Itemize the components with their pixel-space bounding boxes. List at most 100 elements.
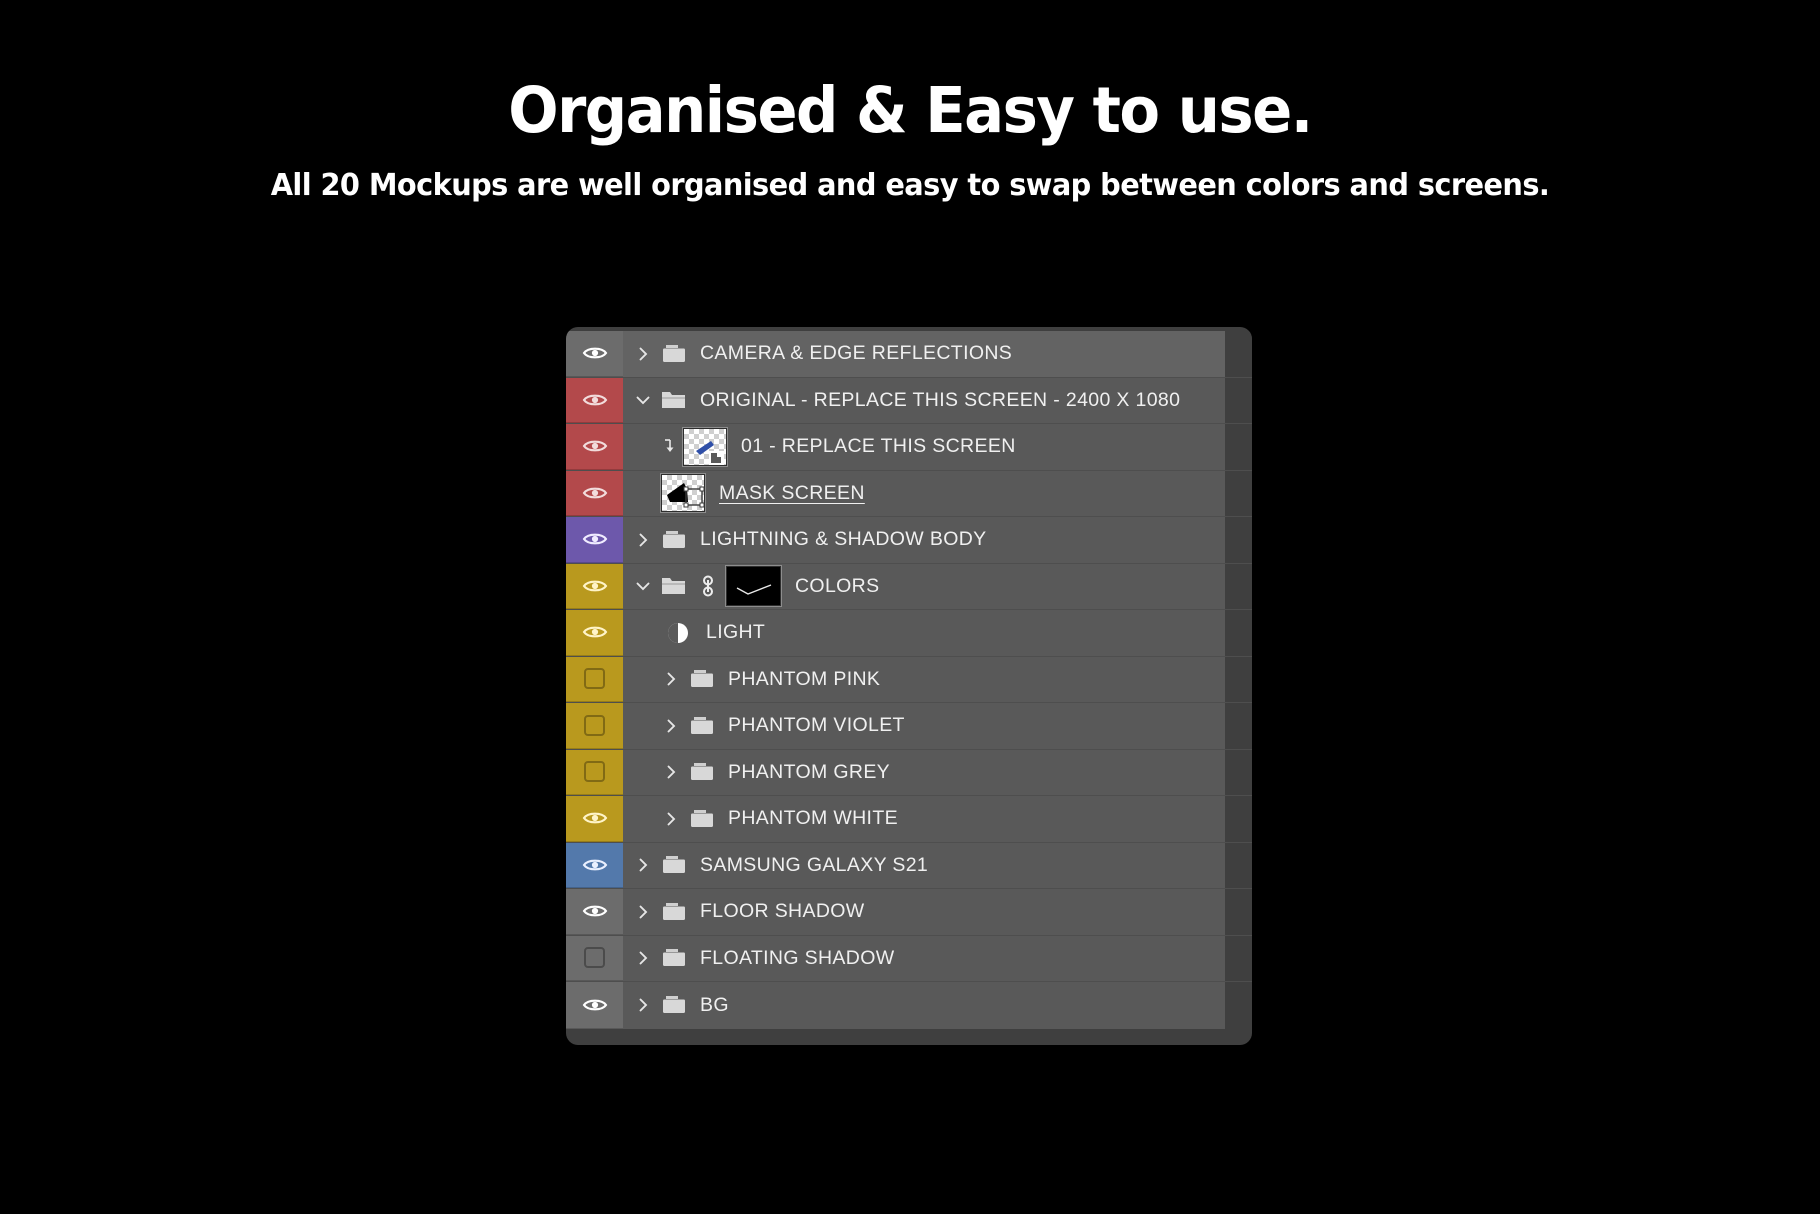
link-layers-icon[interactable] <box>700 574 716 598</box>
layer-row[interactable]: FLOATING SHADOW <box>566 935 1252 982</box>
eye-icon <box>582 347 607 359</box>
chevron-right-icon[interactable] <box>634 531 652 549</box>
curves-adjustment-thumbnail[interactable] <box>725 565 782 608</box>
layer-visibility-toggle[interactable] <box>566 610 623 656</box>
layer-name: FLOOR SHADOW <box>700 900 865 923</box>
layer-row-body[interactable]: PHANTOM GREY <box>623 749 1225 795</box>
layer-row[interactable]: LIGHT <box>566 610 1252 657</box>
layer-expand-toggle[interactable] <box>633 345 653 363</box>
layer-row[interactable]: ORIGINAL - REPLACE THIS SCREEN - 2400 X … <box>566 377 1252 424</box>
layer-row-body[interactable]: PHANTOM VIOLET <box>623 703 1225 749</box>
layer-row-body[interactable]: LIGHT <box>623 610 1225 656</box>
chevron-right-icon[interactable] <box>634 996 652 1014</box>
layer-row-body[interactable]: SAMSUNG GALAXY S21 <box>623 842 1225 888</box>
layer-expand-toggle[interactable] <box>661 810 681 828</box>
layer-name: MASK SCREEN <box>719 481 865 504</box>
chevron-right-icon[interactable] <box>634 345 652 363</box>
layer-expand-toggle[interactable] <box>633 856 653 874</box>
chevron-right-icon[interactable] <box>634 856 652 874</box>
layer-expand-toggle[interactable] <box>633 903 653 921</box>
layer-visibility-toggle[interactable] <box>566 796 623 842</box>
chevron-right-icon[interactable] <box>662 763 680 781</box>
chevron-right-icon[interactable] <box>662 670 680 688</box>
layer-row[interactable]: 01 - REPLACE THIS SCREEN <box>566 424 1252 471</box>
layer-visibility-toggle[interactable] <box>566 656 623 702</box>
chevron-right-icon[interactable] <box>662 810 680 828</box>
layer-row-body[interactable]: COLORS <box>623 563 1225 609</box>
layer-row[interactable]: SAMSUNG GALAXY S21 <box>566 842 1252 889</box>
visibility-off-icon <box>584 947 605 969</box>
layer-row[interactable]: PHANTOM VIOLET <box>566 703 1252 750</box>
layer-row[interactable]: MASK SCREEN <box>566 470 1252 517</box>
folder-closed-icon <box>691 670 713 688</box>
layer-expand-toggle[interactable] <box>661 670 681 688</box>
layer-visibility-toggle[interactable] <box>566 517 623 563</box>
layer-row[interactable]: PHANTOM GREY <box>566 749 1252 796</box>
layer-visibility-toggle[interactable] <box>566 935 623 981</box>
layer-row[interactable]: COLORS <box>566 563 1252 610</box>
link-layers-icon[interactable] <box>700 574 718 598</box>
chevron-down-icon[interactable] <box>634 577 652 595</box>
folder-open-icon <box>662 392 685 409</box>
clipping-mask-indicator <box>661 438 677 456</box>
folder-open-icon <box>662 578 685 595</box>
folder-closed-icon <box>688 667 716 691</box>
chevron-right-icon[interactable] <box>634 903 652 921</box>
layer-expand-toggle[interactable] <box>633 996 653 1014</box>
layer-row-body[interactable]: LIGHTNING & SHADOW BODY <box>623 517 1225 563</box>
layer-visibility-toggle[interactable] <box>566 749 623 795</box>
layer-row[interactable]: FLOOR SHADOW <box>566 889 1252 936</box>
layer-expand-toggle[interactable] <box>633 577 653 595</box>
layer-row-body[interactable]: CAMERA & EDGE REFLECTIONS <box>623 331 1225 377</box>
layer-row-body[interactable]: MASK SCREEN <box>623 470 1225 516</box>
layer-row-body[interactable]: FLOOR SHADOW <box>623 889 1225 935</box>
layer-thumbnail[interactable] <box>682 426 728 467</box>
folder-open-icon <box>660 388 688 412</box>
layer-expand-toggle[interactable] <box>633 531 653 549</box>
layer-expand-toggle[interactable] <box>633 391 653 409</box>
layer-visibility-toggle[interactable] <box>566 703 623 749</box>
layer-visibility-toggle[interactable] <box>566 842 623 888</box>
layer-visibility-toggle[interactable] <box>566 377 623 423</box>
layer-row-body[interactable]: ORIGINAL - REPLACE THIS SCREEN - 2400 X … <box>623 377 1225 423</box>
layer-expand-toggle[interactable] <box>661 763 681 781</box>
eye-icon <box>582 394 607 406</box>
visibility-off-icon <box>584 714 605 736</box>
layer-row[interactable]: PHANTOM WHITE <box>566 796 1252 843</box>
layer-expand-toggle[interactable] <box>633 949 653 967</box>
layer-name: PHANTOM GREY <box>728 760 891 783</box>
layer-expand-toggle[interactable] <box>661 717 681 735</box>
layer-row-body[interactable]: 01 - REPLACE THIS SCREEN <box>623 424 1225 470</box>
layer-row-body[interactable]: PHANTOM PINK <box>623 656 1225 702</box>
folder-closed-icon <box>688 760 716 784</box>
folder-closed-icon <box>660 946 688 970</box>
panel-gutter <box>1225 935 1252 981</box>
eye-icon <box>582 533 607 545</box>
panel-gutter <box>1225 703 1252 749</box>
layer-visibility-toggle[interactable] <box>566 470 623 516</box>
layer-visibility-toggle[interactable] <box>566 563 623 609</box>
chevron-down-icon[interactable] <box>634 391 652 409</box>
layer-visibility-toggle[interactable] <box>566 889 623 935</box>
folder-closed-icon <box>691 763 713 781</box>
chevron-right-icon[interactable] <box>634 949 652 967</box>
layer-name: COLORS <box>795 574 880 597</box>
layer-row-body[interactable]: PHANTOM WHITE <box>623 796 1225 842</box>
layer-visibility-toggle[interactable] <box>566 982 623 1029</box>
layer-row[interactable]: CAMERA & EDGE REFLECTIONS <box>566 331 1252 378</box>
layer-row-body[interactable]: BG <box>623 982 1225 1029</box>
panel-gutter <box>1225 331 1252 377</box>
layer-row[interactable]: BG <box>566 982 1252 1029</box>
layer-row-body[interactable]: FLOATING SHADOW <box>623 935 1225 981</box>
panel-gutter <box>1225 563 1252 609</box>
eye-icon <box>582 999 607 1011</box>
layer-thumbnail[interactable] <box>660 473 706 514</box>
folder-closed-icon <box>688 714 716 738</box>
chevron-right-icon[interactable] <box>662 717 680 735</box>
layer-row[interactable]: LIGHTNING & SHADOW BODY <box>566 517 1252 564</box>
layer-visibility-toggle[interactable] <box>566 424 623 470</box>
visibility-off-icon <box>584 761 605 783</box>
layer-row[interactable]: PHANTOM PINK <box>566 656 1252 703</box>
folder-closed-icon <box>663 949 685 967</box>
layer-visibility-toggle[interactable] <box>566 331 623 377</box>
